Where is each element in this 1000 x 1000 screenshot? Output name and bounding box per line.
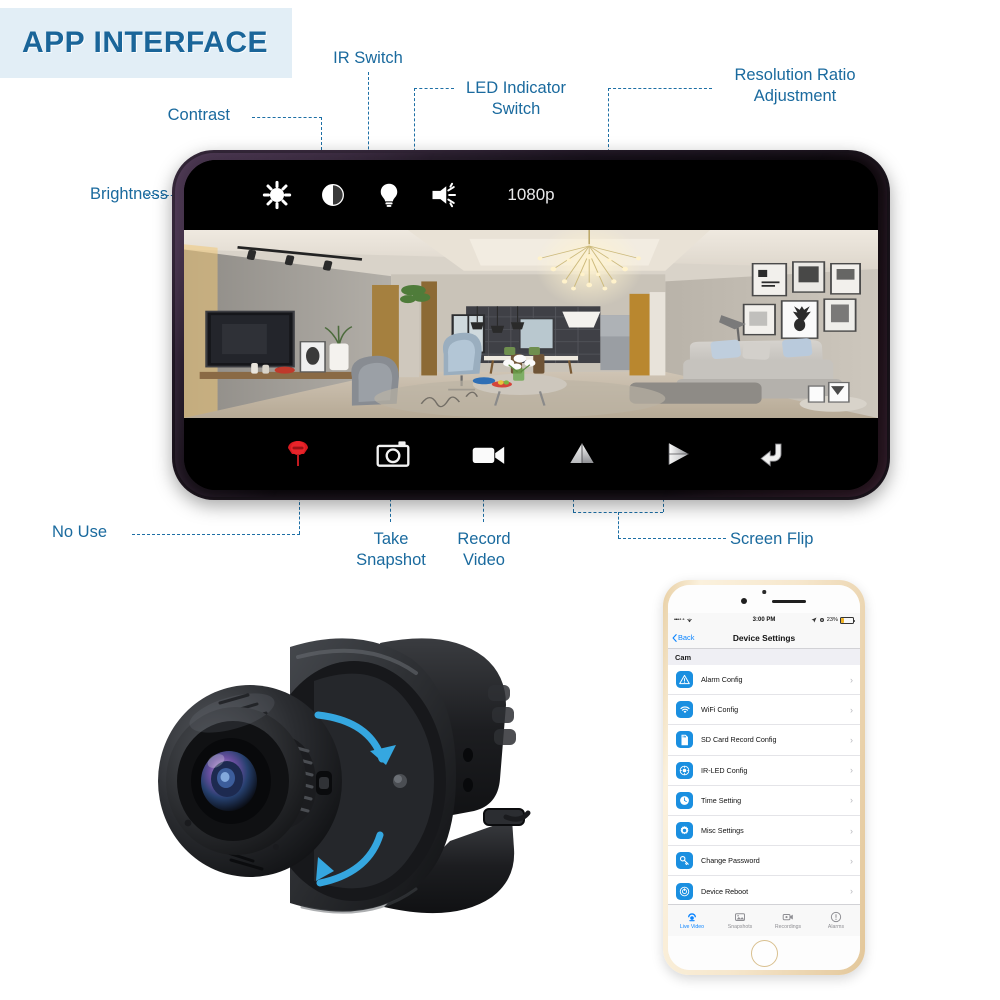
list-item-sd-card-record-config[interactable]: SD Card Record Config ›: [668, 725, 860, 756]
app-top-control-bar: 1080p: [184, 160, 878, 230]
chevron-right-icon: ›: [850, 765, 853, 776]
chevron-right-icon: ›: [850, 734, 853, 745]
front-camera-dot-icon: [762, 590, 766, 594]
list-item-change-password[interactable]: Change Password ›: [668, 846, 860, 877]
chevron-right-icon: ›: [850, 825, 853, 836]
live-video-feed: [184, 230, 878, 418]
annotation-label-screen-flip: Screen Flip: [730, 530, 814, 548]
led-lamp-icon[interactable]: [430, 180, 460, 210]
annotation-label-resolution: Resolution Ratio Adjustment: [734, 66, 856, 106]
tab-alarms[interactable]: Alarms: [812, 905, 860, 936]
iphone-body: •••∘∘ 3:00 PM 23% Back Device Settings C…: [668, 585, 860, 970]
settings-list: Alarm Config › WiFi Config › SD Card Rec…: [668, 665, 860, 904]
list-item-alarm-config[interactable]: Alarm Config ›: [668, 665, 860, 696]
list-item-ir-led-config[interactable]: IR-LED Config ›: [668, 755, 860, 786]
iphone-home-button-area: [668, 936, 860, 970]
list-item-label: IR-LED Config: [701, 765, 748, 775]
iphone-screen: •••∘∘ 3:00 PM 23% Back Device Settings C…: [668, 613, 860, 936]
annotation-label-contrast: Contrast: [167, 106, 230, 124]
tab-label: Recordings: [774, 924, 802, 931]
annotation-label-no-use: No Use: [52, 523, 108, 541]
tab-label: Alarms: [827, 924, 845, 931]
sun-icon[interactable]: [262, 180, 292, 210]
page-title: APP INTERFACE: [22, 26, 268, 59]
annotation-label-take-snapshot: Take Snapshot: [356, 530, 426, 570]
chevron-right-icon: ›: [850, 704, 853, 715]
list-item-label: Change Password: [701, 856, 760, 866]
ios-tab-bar: Live Video Snapshots Recordings Alarms: [668, 904, 860, 936]
annotation-label-ir-switch: IR Switch: [333, 49, 403, 67]
annotation-label-led-indicator: LED Indicator Switch: [466, 79, 566, 119]
phone-device-landscape: 1080p: [172, 150, 890, 500]
list-item-misc-settings[interactable]: Misc Settings ›: [668, 815, 860, 847]
bulb-icon[interactable]: [374, 180, 404, 210]
app-bottom-control-bar: [184, 418, 878, 490]
list-item-time-setting[interactable]: Time Setting ›: [668, 785, 860, 816]
gear-icon: [676, 822, 693, 840]
power-icon: [676, 882, 693, 900]
live-video-icon: [687, 913, 697, 921]
list-item-label: Alarm Config: [701, 675, 743, 685]
snapshots-icon: [735, 912, 745, 921]
list-item-wifi-config[interactable]: WiFi Config ›: [668, 695, 860, 726]
list-item-label: Misc Settings: [701, 826, 744, 836]
sensor-dot-icon: [740, 598, 747, 604]
flip-horizontal-icon[interactable]: [659, 437, 695, 471]
page-title-badge: APP INTERFACE: [0, 8, 292, 78]
battery-icon: [840, 616, 856, 624]
connector-flip-h2: [618, 538, 726, 539]
tab-label: Live Video: [679, 924, 705, 931]
earpiece-speaker-icon: [771, 600, 806, 603]
chevron-right-icon: ›: [850, 886, 853, 897]
contrast-icon[interactable]: [318, 180, 348, 210]
connector-contrast-h: [252, 117, 322, 118]
section-header-cam: Cam: [668, 649, 860, 665]
ios-status-bar: •••∘∘ 3:00 PM 23%: [668, 613, 860, 627]
chevron-right-icon: ›: [850, 795, 853, 806]
tab-live-video[interactable]: Live Video: [668, 905, 716, 936]
ir-led-icon: [676, 761, 693, 779]
connector-resolution-h: [608, 88, 712, 89]
tab-snapshots[interactable]: Snapshots: [716, 905, 764, 936]
alert-triangle-icon: [676, 671, 693, 689]
status-bar-time: 3:00 PM: [752, 617, 776, 623]
connector-led-h: [414, 88, 454, 89]
sd-card-icon: [676, 731, 693, 749]
nav-bar-title: Device Settings: [732, 632, 796, 643]
product-photo-camera: [128, 585, 548, 975]
key-icon: [676, 852, 693, 870]
connector-no-use-h: [132, 534, 300, 535]
tab-recordings[interactable]: Recordings: [764, 905, 812, 936]
annotation-label-record-video: Record Video: [457, 530, 511, 570]
chevron-right-icon: ›: [850, 674, 853, 685]
clock-icon: [676, 791, 693, 809]
list-item-device-reboot[interactable]: Device Reboot ›: [668, 876, 860, 904]
alarms-icon: [830, 911, 842, 922]
list-item-label: SD Card Record Config: [701, 735, 777, 745]
back-arrow-icon[interactable]: [754, 437, 790, 471]
ios-nav-bar: Back Device Settings: [668, 627, 860, 649]
phone-screen: 1080p: [184, 160, 878, 490]
flip-vertical-icon[interactable]: [564, 437, 600, 471]
list-item-label: WiFi Config: [701, 705, 739, 715]
recordings-icon: [782, 913, 793, 920]
list-item-label: Time Setting: [701, 795, 742, 805]
iphone-earpiece-area: [668, 585, 860, 613]
no-use-icon[interactable]: [280, 437, 316, 471]
home-button[interactable]: [750, 939, 778, 967]
chevron-right-icon: ›: [850, 855, 853, 866]
list-item-label: Device Reboot: [701, 886, 749, 896]
wifi-icon: [676, 701, 693, 719]
connector-flip-v3: [618, 512, 619, 538]
iphone-device-portrait: •••∘∘ 3:00 PM 23% Back Device Settings C…: [663, 580, 865, 975]
camcorder-icon[interactable]: [470, 437, 506, 471]
tab-label: Snapshots: [727, 924, 753, 931]
camera-icon[interactable]: [375, 437, 411, 471]
